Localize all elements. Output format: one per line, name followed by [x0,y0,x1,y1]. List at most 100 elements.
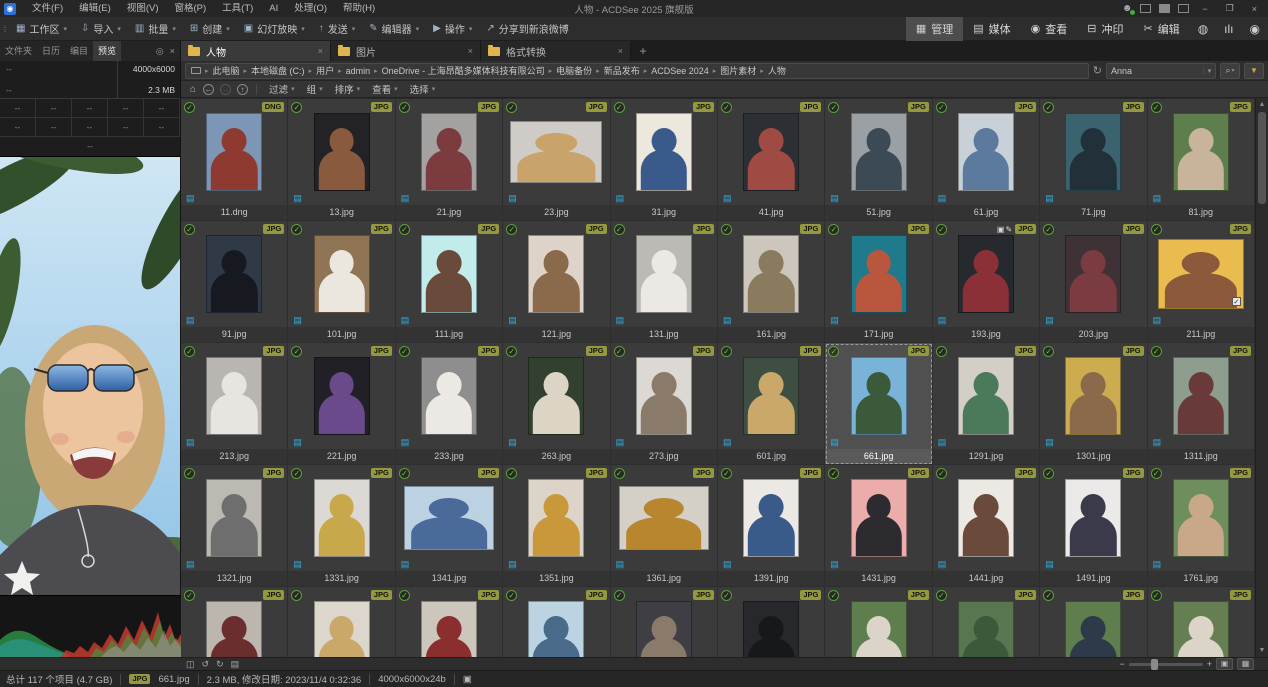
doc-tab-图片[interactable]: 图片× [331,41,481,61]
thumbnail[interactable] [743,601,799,657]
grid-item[interactable]: ✓JPG▤1431.jpg [825,465,932,587]
develop-status-icon[interactable]: ▤ [616,559,625,570]
people-icon[interactable]: ◉ [1242,22,1268,36]
develop-status-icon[interactable]: ▤ [723,193,732,204]
develop-status-icon[interactable]: ▤ [401,193,410,204]
mode-冲印[interactable]: ⊟冲印 [1077,17,1133,41]
rotate-cw-icon[interactable]: ↻ [216,659,224,670]
check-icon[interactable]: ✓ [291,346,302,357]
develop-status-icon[interactable]: ▤ [830,315,839,326]
grid-item[interactable]: ✓JPG▤ [181,587,288,657]
breadcrumb-item[interactable]: OneDrive - 上海昂酷多媒体科技有限公司 [382,64,545,77]
auto-advance-icon[interactable]: ▤ [231,659,240,670]
develop-status-icon[interactable]: ▤ [723,559,732,570]
grid-item[interactable]: ✓JPG▤221.jpg [288,343,395,465]
breadcrumb-item[interactable]: ACDSee 2024 [651,66,709,76]
toolbar-button-导入[interactable]: ⇩导入▾ [74,18,128,40]
thumbnail[interactable] [1173,357,1229,435]
thumbnail[interactable] [421,113,477,191]
thumbnail[interactable] [528,235,584,313]
develop-status-icon[interactable]: ▤ [1045,559,1054,570]
menu-帮助(H)[interactable]: 帮助(H) [335,0,383,17]
grid-item[interactable]: ✓JPG▤213.jpg [181,343,288,465]
develop-status-icon[interactable]: ▤ [723,437,732,448]
thumbnail[interactable] [958,357,1014,435]
thumbnail[interactable] [404,486,494,550]
grid-item[interactable]: ✓JPG▤233.jpg [396,343,503,465]
toolbar-button-分享到新浪微博[interactable]: ↗分享到新浪微博 [479,18,575,40]
check-icon[interactable]: ✓ [506,590,517,601]
mode-媒体[interactable]: ▤媒体 [963,17,1020,41]
grid-item[interactable]: ✓▣✎JPG▤193.jpg [933,221,1040,343]
check-icon[interactable]: ✓ [828,224,839,235]
develop-status-icon[interactable]: ▤ [401,437,410,448]
check-icon[interactable]: ✓ [1151,102,1162,113]
zoom-out-icon[interactable]: − [1119,659,1124,669]
doc-tab-人物[interactable]: 人物× [181,41,331,61]
nav-menu-排序[interactable]: 排序▾ [329,82,367,96]
pane-tab-文件夹[interactable]: 文件夹 [0,41,37,61]
develop-status-icon[interactable]: ▤ [616,437,625,448]
thumbnail[interactable] [743,479,799,557]
nav-menu-查看[interactable]: 查看▾ [366,82,404,96]
layout-toggle-2-icon[interactable] [1159,4,1170,13]
preview-image[interactable] [0,157,180,595]
search-button[interactable]: ⌕▾ [1220,63,1240,79]
check-icon[interactable]: ✓ [184,346,195,357]
develop-status-icon[interactable]: ▤ [1153,437,1162,448]
develop-status-icon[interactable]: ▤ [401,559,410,570]
grid-item[interactable]: ✓JPG▤1351.jpg [503,465,610,587]
doc-tab-格式转换[interactable]: 格式转换× [481,41,631,61]
toolbar-button-批量[interactable]: ▥批量▾ [128,18,183,40]
grid-item[interactable]: ✓JPG▤1341.jpg [396,465,503,587]
check-icon[interactable]: ✓ [399,590,410,601]
check-icon[interactable]: ✓ [184,468,195,479]
thumbnail[interactable] [206,235,262,313]
grid-item[interactable]: ✓DNG▤11.dng [181,99,288,221]
grid-item[interactable]: ✓JPG▤1331.jpg [288,465,395,587]
thumbnail[interactable] [958,113,1014,191]
thumbnail[interactable] [958,479,1014,557]
thumbnail[interactable] [1065,113,1121,191]
develop-status-icon[interactable]: ▤ [293,193,302,204]
back-icon[interactable]: ← [203,84,214,95]
pane-tab-预览[interactable]: 预览 [93,41,121,61]
grid-item[interactable]: ✓JPG▤ [825,587,932,657]
develop-status-icon[interactable]: ▤ [1045,193,1054,204]
check-icon[interactable]: ✓ [614,468,625,479]
breadcrumb-item[interactable]: 新品发布 [604,64,640,77]
grid-item[interactable]: ✓JPG▤1361.jpg [611,465,718,587]
thumbnail[interactable] [510,121,602,183]
thumbnail[interactable] [206,357,262,435]
thumbnail[interactable] [314,113,370,191]
grid-item[interactable]: ✓JPG▤1761.jpg [1148,465,1255,587]
check-icon[interactable]: ✓ [1043,590,1054,601]
check-icon[interactable]: ✓ [828,590,839,601]
thumbnail[interactable] [851,601,907,657]
check-icon[interactable]: ✓ [1043,346,1054,357]
check-icon[interactable]: ✓ [184,590,195,601]
check-icon[interactable]: ✓ [184,102,195,113]
minimize-button[interactable]: − [1197,4,1212,14]
search-input[interactable] [1107,64,1203,78]
thumbnail[interactable] [1173,601,1229,657]
check-icon[interactable]: ✓ [614,346,625,357]
grid-item[interactable]: ✓JPG▤101.jpg [288,221,395,343]
develop-status-icon[interactable]: ▤ [186,437,195,448]
menu-工具(T)[interactable]: 工具(T) [214,0,261,17]
close-tab-icon[interactable]: × [468,46,473,56]
status-edit-icon[interactable]: ▣ [463,674,472,685]
grid-item[interactable]: ✓JPG▤1391.jpg [718,465,825,587]
mode-编辑[interactable]: ✂编辑 [1133,17,1189,41]
layout-toggle-3-icon[interactable] [1178,4,1189,13]
develop-status-icon[interactable]: ▤ [186,315,195,326]
close-pane-icon[interactable]: × [170,46,175,56]
thumbnail[interactable] [636,601,692,657]
check-icon[interactable]: ✓ [614,590,625,601]
develop-status-icon[interactable]: ▤ [938,193,947,204]
develop-status-icon[interactable]: ▤ [1045,437,1054,448]
check-icon[interactable]: ✓ [828,102,839,113]
thumbnail[interactable] [206,479,262,557]
grid-item[interactable]: ✓JPG▤1291.jpg [933,343,1040,465]
grid-item[interactable]: ✓JPG▤263.jpg [503,343,610,465]
